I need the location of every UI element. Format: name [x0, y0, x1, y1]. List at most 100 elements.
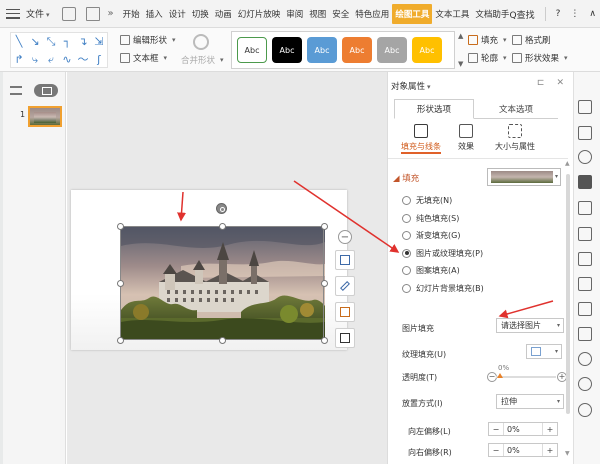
resize-handle-s[interactable] [219, 337, 226, 344]
tab-security[interactable]: 安全 [329, 0, 352, 27]
crop-button[interactable] [335, 328, 355, 348]
line-shape-icon[interactable]: ╲ [12, 34, 26, 50]
radio-dot[interactable] [402, 283, 411, 293]
fill-preview-dropdown[interactable]: ▾ [487, 168, 561, 186]
resize-handle-sw[interactable] [117, 337, 124, 344]
radio-solid-fill[interactable]: 纯色填充(S) [402, 210, 484, 228]
radio-dot[interactable] [402, 266, 411, 276]
history-icon[interactable] [578, 377, 592, 391]
placement-select[interactable]: 拉伸 ▾ [496, 394, 564, 409]
tab-shape-options[interactable]: 形状选项 [394, 99, 474, 119]
shapes-icon[interactable] [578, 126, 592, 140]
style-swatch-3[interactable]: Abc [307, 37, 337, 63]
radio-pattern-fill[interactable]: 图案填充(A) [402, 262, 484, 280]
subtab-size[interactable]: 大小与属性 [488, 124, 542, 152]
search-button[interactable]: Q查找 [510, 8, 535, 21]
minus-icon[interactable]: − [489, 423, 503, 435]
elbow-connector-icon[interactable]: ┐ [60, 34, 74, 50]
radio-dot[interactable] [402, 248, 411, 258]
curve-double-arrow-icon[interactable]: ⤶ [44, 52, 58, 68]
tab-drawing-tools[interactable]: 绘图工具 [392, 3, 433, 24]
picture-fill-select[interactable]: 请选择图片 ▾ [496, 318, 564, 333]
tab-animation[interactable]: 动画 [212, 0, 235, 27]
share-icon[interactable] [578, 277, 592, 291]
pane-scrollbar[interactable]: ▲ ▼ [565, 160, 571, 464]
star-icon[interactable] [578, 227, 592, 241]
file-menu[interactable]: 文件 ▾ [26, 7, 50, 20]
resize-handle-w[interactable] [117, 280, 124, 287]
more-button[interactable]: ⋮ [570, 9, 579, 19]
shape-gallery[interactable]: ╲ ↘ ⤡ ┐ ↴ ⇲ ↱ ⤷ ⤶ ∿ 〜 ʃ [10, 32, 108, 68]
curve-connector-icon[interactable]: ↱ [12, 52, 26, 68]
resize-handle-e[interactable] [321, 280, 328, 287]
select-icon[interactable] [578, 100, 592, 114]
texture-fill-select[interactable]: ▾ [526, 344, 562, 359]
resize-icon[interactable] [578, 302, 592, 316]
tab-doc-assistant[interactable]: 文档助手 [472, 0, 512, 27]
tab-text-tools[interactable]: 文本工具 [432, 0, 472, 27]
selection-frame[interactable] [120, 226, 324, 340]
style-gallery-scroll[interactable]: ▲ ▼ [458, 32, 466, 68]
outline-view-icon[interactable] [10, 86, 22, 95]
resize-handle-n[interactable] [219, 223, 226, 230]
radio-dot[interactable] [402, 213, 411, 223]
tab-review[interactable]: 审阅 [283, 0, 306, 27]
style-swatch-5[interactable]: Abc [377, 37, 407, 63]
save-icon[interactable] [61, 6, 76, 21]
collapse-toolbar-icon[interactable]: − [338, 230, 352, 244]
tab-slideshow[interactable]: 幻灯片放映 [235, 0, 284, 27]
collapse-ribbon-button[interactable]: ∧ [589, 9, 596, 19]
sound-icon[interactable] [578, 327, 592, 341]
layers-button[interactable] [335, 250, 355, 270]
freeform-icon[interactable]: 〜 [76, 52, 90, 68]
fill-bucket-button[interactable] [335, 302, 355, 322]
slide-view-icon[interactable] [34, 84, 58, 97]
shape-effect-button[interactable]: 形状效果 ▾ [512, 52, 568, 64]
menu-icon[interactable] [6, 8, 20, 19]
minus-icon[interactable]: − [489, 444, 503, 456]
tab-design[interactable]: 设计 [166, 0, 189, 27]
radio-dot[interactable] [402, 231, 411, 241]
fill-button[interactable]: 填充 ▾ [468, 34, 507, 46]
merge-shape-button[interactable]: 合并形状 ▾ [181, 54, 224, 66]
dock-icon[interactable]: ⊏ [537, 78, 545, 88]
style-swatch-1[interactable]: Abc [237, 37, 267, 63]
close-icon[interactable]: ✕ [556, 78, 564, 88]
radio-slide-bg-fill[interactable]: 幻灯片背景填充(B) [402, 280, 484, 298]
more-tools-icon[interactable]: » [108, 8, 114, 19]
style-swatch-2[interactable]: Abc [272, 37, 302, 63]
fill-section-header[interactable]: ◢ 填充 [393, 172, 419, 184]
chevron-up-icon[interactable]: ▲ [565, 160, 570, 167]
tab-transitions[interactable]: 切换 [189, 0, 212, 27]
rotate-handle[interactable] [216, 203, 227, 214]
tab-features[interactable]: 特色应用 [352, 0, 392, 27]
help-button[interactable]: ? [556, 9, 561, 19]
tab-home[interactable]: 开始 [120, 0, 143, 27]
resize-handle-se[interactable] [321, 337, 328, 344]
properties-icon[interactable] [578, 175, 592, 189]
elbow-double-arrow-icon[interactable]: ⇲ [92, 34, 106, 50]
outline-pen-button[interactable] [335, 276, 355, 296]
style-swatch-6[interactable]: Abc [412, 37, 442, 63]
slide-thumbnail[interactable] [28, 106, 62, 127]
transparency-slider-knob[interactable] [497, 372, 503, 378]
clip-icon[interactable] [578, 150, 592, 164]
edit-shape-button[interactable]: 编辑形状 ▾ [120, 34, 176, 46]
radio-no-fill[interactable]: 无填充(N) [402, 192, 484, 210]
scrollbar-thumb[interactable] [566, 174, 570, 414]
chevron-down-icon[interactable]: ▼ [565, 450, 570, 457]
elbow-arrow-icon[interactable]: ↴ [76, 34, 90, 50]
radio-gradient-fill[interactable]: 渐变填充(G) [402, 227, 484, 245]
plus-icon[interactable]: + [543, 444, 557, 456]
tab-insert[interactable]: 插入 [143, 0, 166, 27]
tab-view[interactable]: 视图 [306, 0, 329, 27]
subtab-effect[interactable]: 效果 [439, 124, 493, 152]
double-arrow-shape-icon[interactable]: ⤡ [44, 34, 58, 50]
transparency-slider[interactable] [496, 376, 556, 378]
curve-arrow-icon[interactable]: ⤷ [28, 52, 42, 68]
plus-icon[interactable]: + [543, 423, 557, 435]
offset-left-value[interactable]: 0% [503, 423, 543, 435]
offset-right-stepper[interactable]: − 0% + [488, 443, 558, 457]
chevron-up-icon[interactable]: ▲ [458, 32, 466, 40]
arrow-shape-icon[interactable]: ↘ [28, 34, 42, 50]
